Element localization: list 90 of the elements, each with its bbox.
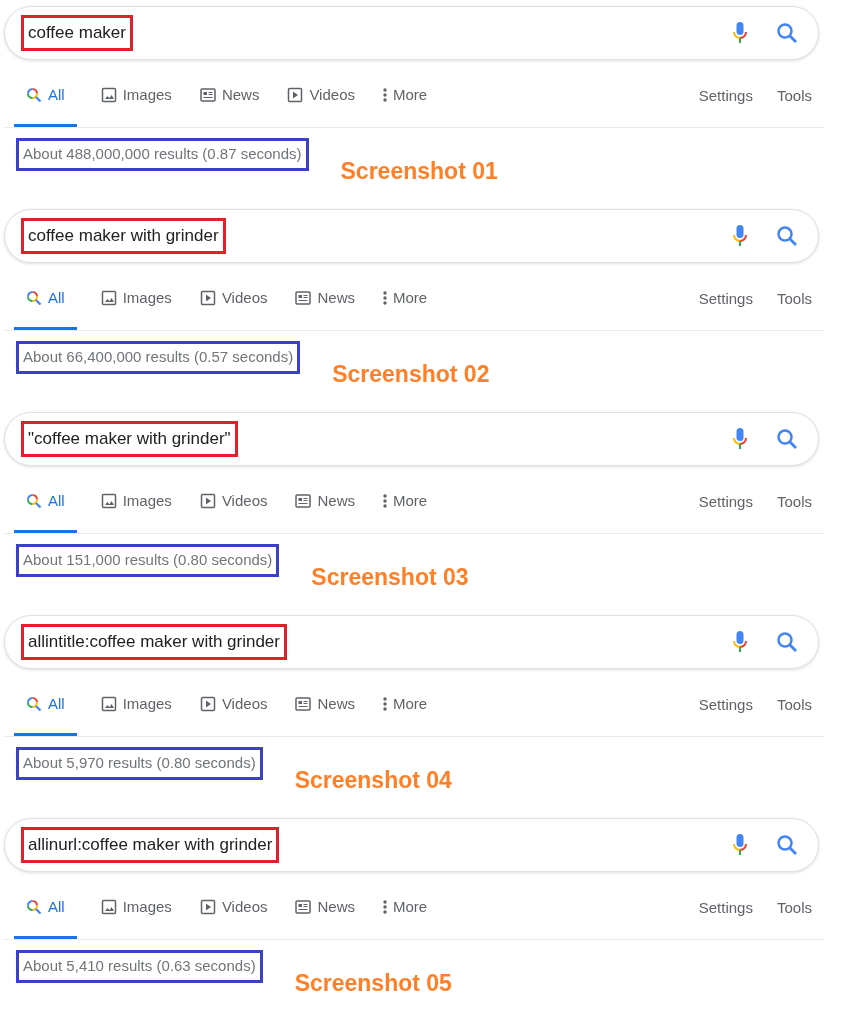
image-icon: [100, 899, 117, 915]
screenshot-caption: Screenshot 04: [294, 766, 452, 795]
newspaper-icon: [199, 88, 216, 102]
search-tab[interactable]: Videos: [187, 468, 280, 533]
search-tab[interactable]: Videos: [187, 874, 280, 939]
more-icon: [383, 493, 387, 509]
more-icon: [383, 290, 387, 306]
search-query: "coffee maker with grinder": [21, 421, 238, 457]
tools-link[interactable]: Tools: [764, 468, 824, 533]
search-tab[interactable]: All: [14, 468, 77, 533]
play-icon: [199, 493, 216, 509]
search-tab[interactable]: News: [283, 671, 367, 736]
image-icon: [100, 87, 117, 103]
settings-link[interactable]: Settings: [686, 874, 765, 939]
result-stats: About 5,970 results (0.80 seconds): [16, 747, 263, 780]
search-tab[interactable]: News: [283, 874, 367, 939]
search-tab[interactable]: Images: [88, 468, 184, 533]
screenshot-caption: Screenshot 01: [340, 157, 498, 186]
more-icon: [383, 696, 387, 712]
microphone-icon[interactable]: [732, 630, 748, 654]
search-tab[interactable]: More: [371, 874, 440, 939]
search-tab[interactable]: News: [283, 265, 367, 330]
search-icon: [26, 87, 42, 103]
search-tab[interactable]: All: [14, 62, 77, 127]
search-tab[interactable]: Images: [88, 265, 184, 330]
search-tab[interactable]: Videos: [187, 671, 280, 736]
play-icon: [199, 696, 216, 712]
search-query: coffee maker with grinder: [21, 218, 226, 254]
image-icon: [100, 493, 117, 509]
settings-link[interactable]: Settings: [686, 468, 765, 533]
newspaper-icon: [295, 291, 312, 305]
search-bar[interactable]: allinurl:coffee maker with grinder: [4, 818, 819, 872]
result-stats: About 488,000,000 results (0.87 seconds): [16, 138, 309, 171]
search-icon[interactable]: [776, 631, 798, 653]
search-bar[interactable]: allintitle:coffee maker with grinder: [4, 615, 819, 669]
screenshot-caption: Screenshot 02: [332, 360, 490, 389]
search-icon[interactable]: [776, 22, 798, 44]
newspaper-icon: [295, 494, 312, 508]
result-stats: About 66,400,000 results (0.57 seconds): [16, 341, 301, 374]
settings-link[interactable]: Settings: [686, 671, 765, 736]
screenshot-caption: Screenshot 05: [294, 969, 452, 998]
play-icon: [287, 87, 304, 103]
search-tab[interactable]: Images: [88, 62, 184, 127]
microphone-icon[interactable]: [732, 21, 748, 45]
tools-link[interactable]: Tools: [764, 874, 824, 939]
result-stats: About 5,410 results (0.63 seconds): [16, 950, 263, 983]
search-bar[interactable]: coffee maker with grinder: [4, 209, 819, 263]
search-tab[interactable]: More: [371, 468, 440, 533]
search-tab[interactable]: More: [371, 265, 440, 330]
search-tab[interactable]: All: [14, 671, 77, 736]
search-tab[interactable]: More: [371, 62, 440, 127]
search-query: allinurl:coffee maker with grinder: [21, 827, 280, 863]
search-tab[interactable]: News: [283, 468, 367, 533]
search-tab[interactable]: More: [371, 671, 440, 736]
tools-link[interactable]: Tools: [764, 265, 824, 330]
image-icon: [100, 696, 117, 712]
settings-link[interactable]: Settings: [686, 62, 765, 127]
search-query: allintitle:coffee maker with grinder: [21, 624, 287, 660]
search-tab[interactable]: Videos: [275, 62, 367, 127]
search-tab[interactable]: All: [14, 265, 77, 330]
screenshot-caption: Screenshot 03: [311, 563, 469, 592]
tools-link[interactable]: Tools: [764, 671, 824, 736]
search-tab[interactable]: Images: [88, 671, 184, 736]
more-icon: [383, 87, 387, 103]
newspaper-icon: [295, 900, 312, 914]
search-bar[interactable]: "coffee maker with grinder": [4, 412, 819, 466]
search-tab[interactable]: Images: [88, 874, 184, 939]
tools-link[interactable]: Tools: [764, 62, 824, 127]
search-icon: [26, 696, 42, 712]
play-icon: [199, 899, 216, 915]
search-query: coffee maker: [21, 15, 133, 51]
microphone-icon[interactable]: [732, 224, 748, 248]
result-stats: About 151,000 results (0.80 seconds): [16, 544, 280, 577]
microphone-icon[interactable]: [732, 833, 748, 857]
search-icon[interactable]: [776, 428, 798, 450]
more-icon: [383, 899, 387, 915]
search-tab[interactable]: News: [187, 62, 272, 127]
search-icon[interactable]: [776, 834, 798, 856]
play-icon: [199, 290, 216, 306]
search-tab[interactable]: Videos: [187, 265, 280, 330]
search-icon[interactable]: [776, 225, 798, 247]
microphone-icon[interactable]: [732, 427, 748, 451]
search-icon: [26, 899, 42, 915]
image-icon: [100, 290, 117, 306]
search-bar[interactable]: coffee maker: [4, 6, 819, 60]
settings-link[interactable]: Settings: [686, 265, 765, 330]
newspaper-icon: [295, 697, 312, 711]
search-tab[interactable]: All: [14, 874, 77, 939]
search-icon: [26, 493, 42, 509]
search-icon: [26, 290, 42, 306]
